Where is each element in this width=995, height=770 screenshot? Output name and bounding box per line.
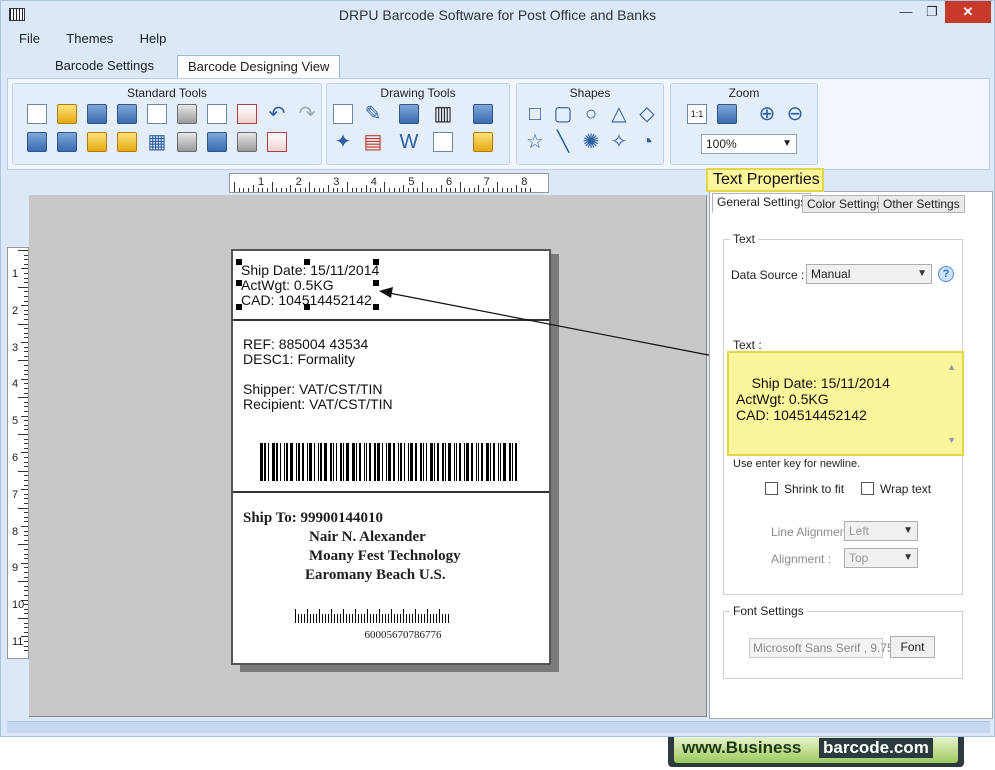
- alignment-value: Top: [849, 551, 869, 565]
- data-source-select[interactable]: Manual ▼: [806, 264, 932, 284]
- newline-hint: Use enter key for newline.: [733, 458, 861, 470]
- chevron-down-icon: ▼: [903, 525, 913, 536]
- help-icon[interactable]: ?: [938, 266, 954, 282]
- brand-text-business: www.Business: [682, 738, 802, 757]
- app-window: DRPU Barcode Software for Post Office an…: [0, 0, 995, 737]
- wrap-text-checkbox[interactable]: [861, 482, 874, 495]
- tab-general-settings[interactable]: General Settings: [712, 193, 812, 213]
- text-group-legend: Text: [730, 232, 759, 246]
- font-settings-legend: Font Settings: [730, 604, 807, 618]
- shrink-to-fit-checkbox[interactable]: [765, 482, 778, 495]
- alignment-select[interactable]: Top ▼: [844, 548, 918, 568]
- wrap-text-label: Wrap text: [880, 482, 932, 496]
- chevron-down-icon: ▼: [917, 268, 927, 279]
- status-bar: [7, 721, 990, 733]
- scroll-up-icon[interactable]: ▲: [947, 359, 956, 375]
- brand-text-barcode: barcode.com: [819, 738, 933, 758]
- font-button[interactable]: Font: [890, 636, 935, 658]
- brand-banner: www.Business barcode.com: [668, 737, 964, 767]
- scroll-down-icon[interactable]: ▼: [947, 432, 956, 448]
- alignment-label: Alignment :: [771, 552, 832, 566]
- line-alignment-value: Left: [849, 524, 870, 538]
- tab-color-settings[interactable]: Color Settings: [802, 195, 888, 213]
- text-input[interactable]: Ship Date: 15/11/2014 ActWgt: 0.5KG CAD:…: [727, 351, 964, 456]
- tab-other-settings[interactable]: Other Settings: [878, 195, 965, 213]
- chevron-down-icon: ▼: [903, 552, 913, 563]
- properties-title: Text Properties: [706, 168, 824, 192]
- line-alignment-select[interactable]: Left ▼: [844, 521, 918, 541]
- shrink-to-fit-label: Shrink to fit: [784, 482, 845, 496]
- text-input-value: Ship Date: 15/11/2014 ActWgt: 0.5KG CAD:…: [736, 375, 890, 423]
- data-source-label: Data Source :: [731, 268, 805, 282]
- text-label: Text :: [733, 338, 762, 352]
- font-name-field: Microsoft Sans Serif , 9.75: [749, 638, 894, 658]
- data-source-value: Manual: [811, 267, 851, 281]
